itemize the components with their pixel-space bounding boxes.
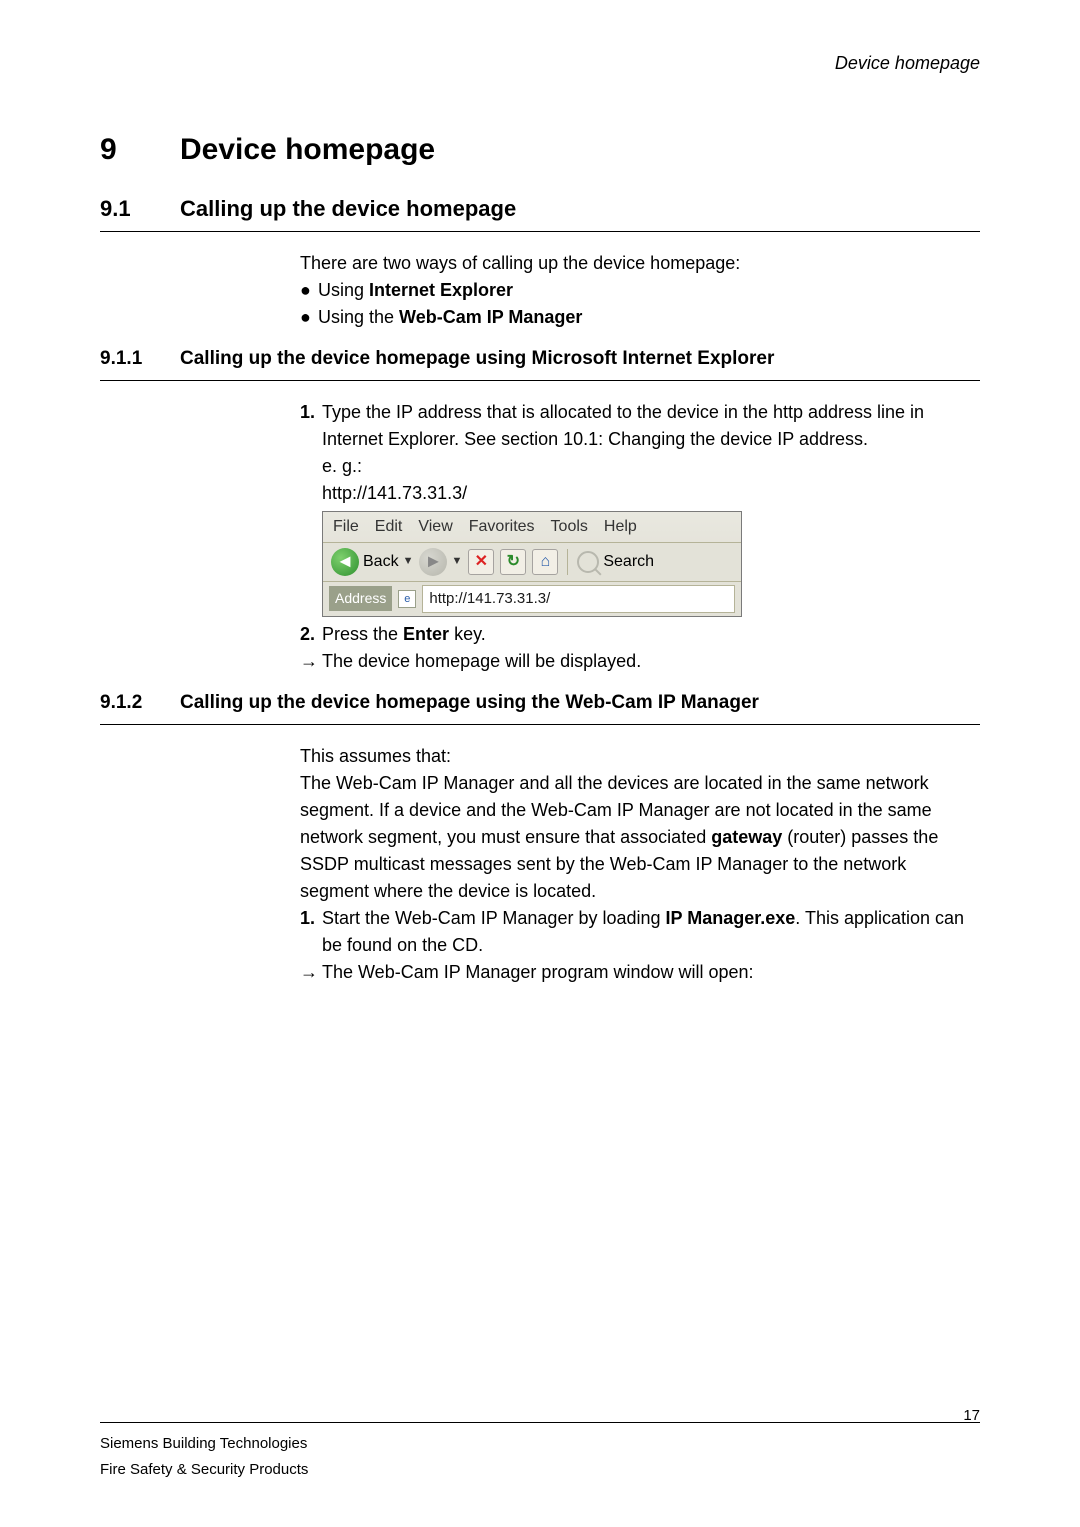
dropdown-icon: ▼ [403, 553, 414, 570]
step-text: Start the Web-Cam IP Manager by loading … [322, 905, 980, 959]
footer: Siemens Building Technologies Fire Safet… [100, 1422, 980, 1482]
browser-addressbar: Address e http://141.73.31.3/ [323, 582, 741, 617]
search-button[interactable]: Search [577, 550, 654, 574]
subsection-number: 9.1.2 [100, 689, 180, 718]
step-number: 2. [300, 621, 322, 648]
paragraph: The Web-Cam IP Manager and all the devic… [300, 770, 980, 905]
step-item: 1. Type the IP address that is allocated… [300, 399, 980, 453]
menu-tools[interactable]: Tools [551, 515, 588, 539]
search-icon [577, 551, 599, 573]
back-button[interactable]: ◄ Back ▼ [331, 548, 413, 576]
dropdown-icon: ▼ [451, 553, 462, 570]
menu-view[interactable]: View [418, 515, 452, 539]
bullet-item: ● Using Internet Explorer [300, 277, 980, 304]
bullet-text: Using the Web-Cam IP Manager [318, 304, 582, 331]
back-label: Back [363, 550, 399, 574]
step-item: 2. Press the Enter key. [300, 621, 980, 648]
result-text: The Web-Cam IP Manager program window wi… [322, 959, 754, 986]
page-icon: e [398, 590, 416, 608]
step-item: 1. Start the Web-Cam IP Manager by loadi… [300, 905, 980, 959]
browser-menubar: File Edit View Favorites Tools Help [323, 512, 741, 543]
menu-edit[interactable]: Edit [375, 515, 403, 539]
bullet-item: ● Using the Web-Cam IP Manager [300, 304, 980, 331]
subsection-title: Calling up the device homepage using the… [180, 689, 759, 718]
menu-file[interactable]: File [333, 515, 359, 539]
address-url-field[interactable]: http://141.73.31.3/ [422, 585, 735, 614]
browser-screenshot: File Edit View Favorites Tools Help ◄ Ba… [322, 511, 742, 618]
toolbar-divider [567, 549, 568, 575]
bullet-icon: ● [300, 277, 318, 304]
address-label: Address [329, 586, 392, 611]
section-9-1-1-heading: 9.1.1 Calling up the device homepage usi… [100, 345, 980, 381]
result-item: → The device homepage will be displayed. [300, 648, 980, 675]
section-9-1-heading: 9.1 Calling up the device homepage [100, 192, 980, 232]
footer-line-1: Siemens Building Technologies [100, 1431, 980, 1457]
step-text: Type the IP address that is allocated to… [322, 399, 980, 453]
chapter-heading: 9 Device homepage [100, 127, 980, 172]
arrow-icon: → [300, 648, 322, 675]
home-button[interactable]: ⌂ [532, 549, 558, 575]
bullet-text: Using Internet Explorer [318, 277, 513, 304]
step-number: 1. [300, 399, 322, 453]
back-arrow-icon: ◄ [331, 548, 359, 576]
browser-toolbar: ◄ Back ▼ ► ▼ ✕ ↻ ⌂ Search [323, 543, 741, 582]
forward-arrow-icon: ► [419, 548, 447, 576]
footer-line-2: Fire Safety & Security Products [100, 1457, 980, 1483]
step-number: 1. [300, 905, 322, 959]
forward-button[interactable]: ► ▼ [419, 548, 462, 576]
running-header: Device homepage [100, 50, 980, 77]
intro-text: There are two ways of calling up the dev… [300, 250, 980, 277]
section-title: Calling up the device homepage [180, 192, 516, 225]
menu-help[interactable]: Help [604, 515, 637, 539]
chapter-number: 9 [100, 127, 180, 172]
example-url: http://141.73.31.3/ [322, 480, 980, 507]
subsection-title: Calling up the device homepage using Mic… [180, 345, 774, 374]
example-label: e. g.: [322, 453, 980, 480]
refresh-button[interactable]: ↻ [500, 549, 526, 575]
assumes-label: This assumes that: [300, 743, 980, 770]
chapter-title: Device homepage [180, 127, 435, 172]
menu-favorites[interactable]: Favorites [469, 515, 535, 539]
result-text: The device homepage will be displayed. [322, 648, 641, 675]
step-text: Press the Enter key. [322, 621, 486, 648]
subsection-number: 9.1.1 [100, 345, 180, 374]
section-9-1-2-heading: 9.1.2 Calling up the device homepage usi… [100, 689, 980, 725]
search-label: Search [603, 550, 654, 574]
arrow-icon: → [300, 959, 322, 986]
bullet-icon: ● [300, 304, 318, 331]
stop-button[interactable]: ✕ [468, 549, 494, 575]
result-item: → The Web-Cam IP Manager program window … [300, 959, 980, 986]
section-number: 9.1 [100, 192, 180, 225]
